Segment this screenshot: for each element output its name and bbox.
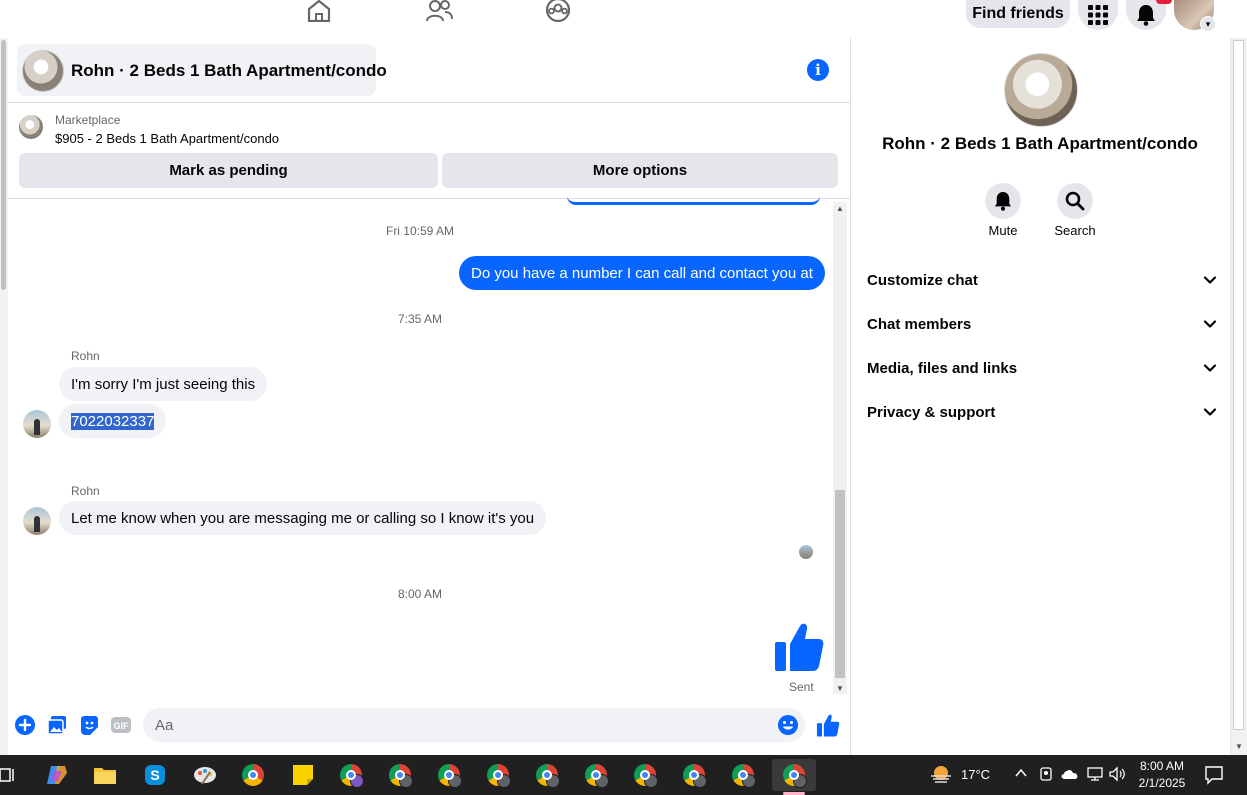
- paint-icon[interactable]: [188, 759, 222, 791]
- marketplace-label: Marketplace: [55, 113, 121, 127]
- system-clock[interactable]: 8:00 AM 2/1/2025: [1128, 758, 1196, 792]
- section-label: Media, files and links: [867, 359, 1018, 377]
- section-chat-members[interactable]: Chat members: [867, 312, 1217, 336]
- marketplace-thumbnail: [19, 115, 43, 139]
- notification-badge: [1156, 0, 1172, 4]
- svg-text:GIF: GIF: [114, 721, 130, 731]
- chrome-profile-icon[interactable]: [383, 759, 417, 791]
- sender-name: Rohn: [71, 484, 100, 498]
- emoji-icon[interactable]: [777, 714, 799, 736]
- onedrive-cloud-icon[interactable]: [1060, 767, 1078, 784]
- listing-image[interactable]: [1004, 53, 1078, 127]
- listing-thumbnail: [22, 50, 64, 92]
- chrome-profile-icon[interactable]: [530, 759, 564, 791]
- sent-status: Sent: [789, 680, 814, 694]
- mark-as-pending-button[interactable]: Mark as pending: [19, 153, 438, 188]
- search-label[interactable]: Search: [1040, 223, 1110, 238]
- task-view-icon[interactable]: [0, 759, 24, 791]
- outgoing-message[interactable]: Do you have a number I can call and cont…: [459, 256, 825, 290]
- incoming-message[interactable]: Let me know when you are messaging me or…: [59, 501, 547, 535]
- chrome-icon[interactable]: [236, 759, 270, 791]
- chevron-down-icon: [1203, 320, 1217, 328]
- divider: [8, 102, 850, 103]
- seen-receipt-avatar: [799, 545, 813, 559]
- section-customize-chat[interactable]: Customize chat: [867, 268, 1217, 292]
- copilot-icon[interactable]: [40, 759, 74, 791]
- details-title: Rohn · 2 Beds 1 Bath Apartment/condo: [882, 134, 1198, 153]
- clock-time: 8:00 AM: [1139, 759, 1185, 773]
- clock-date: 2/1/2025: [1138, 776, 1186, 790]
- weather-temperature[interactable]: 17°C: [961, 767, 990, 782]
- sender-avatar[interactable]: [23, 507, 51, 535]
- scroll-up-arrow-icon[interactable]: ▲: [833, 202, 847, 214]
- notification-center-icon[interactable]: [1204, 765, 1224, 790]
- friends-icon[interactable]: [424, 0, 454, 26]
- section-label: Chat members: [867, 315, 972, 333]
- chrome-profile-icon[interactable]: [334, 759, 368, 791]
- chrome-profile-icon[interactable]: [726, 759, 760, 791]
- chrome-profile-icon[interactable]: [628, 759, 662, 791]
- previous-message-bubble-edge: [567, 196, 820, 205]
- scroll-down-arrow-icon[interactable]: ▼: [1232, 740, 1246, 752]
- chevron-down-icon[interactable]: ▾: [1200, 16, 1216, 32]
- chrome-profile-icon[interactable]: [481, 759, 515, 791]
- thumbs-up-icon[interactable]: [773, 620, 825, 672]
- mute-label[interactable]: Mute: [968, 223, 1038, 238]
- section-media-files-links[interactable]: Media, files and links: [867, 356, 1217, 380]
- like-send-icon[interactable]: [816, 713, 840, 737]
- file-explorer-icon[interactable]: [88, 759, 122, 791]
- sticky-notes-icon[interactable]: [286, 759, 320, 791]
- chat-title: Rohn · 2 Beds 1 Bath Apartment/condo: [71, 61, 387, 80]
- chevron-down-icon: [1203, 364, 1217, 372]
- skype-icon[interactable]: S: [138, 759, 172, 791]
- timestamp: Fri 10:59 AM: [385, 224, 455, 238]
- section-label: Privacy & support: [867, 403, 996, 421]
- volume-icon[interactable]: [1108, 766, 1126, 785]
- svg-text:S: S: [150, 767, 159, 783]
- more-options-button[interactable]: More options: [442, 153, 838, 188]
- mute-bell-icon[interactable]: [985, 183, 1021, 219]
- gif-icon[interactable]: GIF: [110, 714, 132, 736]
- section-privacy-support[interactable]: Privacy & support: [867, 400, 1217, 424]
- search-icon[interactable]: [1057, 183, 1093, 219]
- incoming-message[interactable]: I'm sorry I'm just seeing this: [59, 367, 268, 401]
- meet-now-icon[interactable]: [1038, 766, 1054, 785]
- listing-price-title[interactable]: $905 - 2 Beds 1 Bath Apartment/condo: [55, 131, 279, 146]
- chevron-down-icon: [1203, 276, 1217, 284]
- scroll-down-arrow-icon[interactable]: ▼: [833, 682, 847, 694]
- timestamp: 8:00 AM: [397, 587, 443, 601]
- chevron-up-icon[interactable]: [1014, 766, 1028, 783]
- chat-scrollbar-thumb[interactable]: [835, 490, 845, 678]
- chrome-profile-icon[interactable]: [677, 759, 711, 791]
- sender-avatar[interactable]: [23, 410, 51, 438]
- message-input[interactable]: [143, 708, 805, 742]
- sender-name: Rohn: [71, 349, 100, 363]
- plus-circle-icon[interactable]: [14, 714, 36, 736]
- chrome-profile-icon[interactable]: [432, 759, 466, 791]
- incoming-message-phone[interactable]: 7022032337: [59, 404, 167, 438]
- timestamp: 7:35 AM: [397, 312, 443, 326]
- network-icon[interactable]: [1086, 766, 1104, 785]
- chrome-profile-icon-active[interactable]: [772, 759, 816, 791]
- weather-icon[interactable]: [929, 764, 953, 789]
- scrollbar-thumb[interactable]: [1, 40, 6, 290]
- sticker-icon[interactable]: [78, 714, 100, 736]
- info-icon[interactable]: i: [807, 59, 829, 81]
- photo-attach-icon[interactable]: [46, 714, 68, 736]
- groups-icon[interactable]: [543, 0, 573, 26]
- selected-text[interactable]: 7022032337: [71, 412, 155, 430]
- chevron-down-icon: [1203, 408, 1217, 416]
- window-scrollbar-thumb[interactable]: [1233, 40, 1244, 730]
- section-label: Customize chat: [867, 271, 978, 289]
- home-icon[interactable]: [304, 0, 334, 26]
- chrome-profile-icon[interactable]: [579, 759, 613, 791]
- find-friends-button[interactable]: Find friends: [966, 0, 1070, 28]
